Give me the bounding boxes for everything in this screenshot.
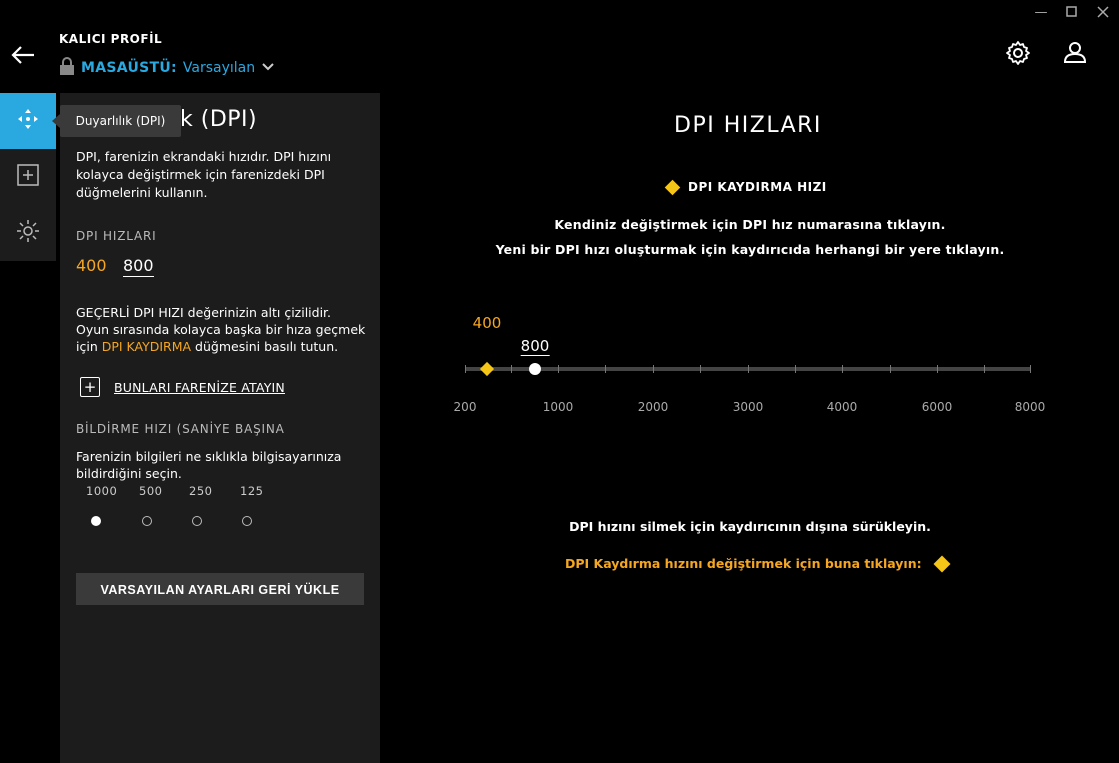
dpi-shift-change-link[interactable]: DPI Kaydırma hızını değiştirmek için bun… — [565, 555, 951, 572]
slider-tick — [795, 365, 796, 373]
dpi-value-shift[interactable]: 400 — [76, 256, 107, 275]
slider-tick-label: 2000 — [637, 400, 669, 414]
shift-dpi-handle[interactable] — [479, 361, 495, 377]
slider-tick-label: 4000 — [826, 400, 858, 414]
slider-tick-label: 1000 — [542, 400, 574, 414]
slider-tick — [748, 365, 749, 373]
slider-tick — [605, 365, 606, 373]
rate-label-1000: 1000 — [86, 484, 118, 498]
current-dpi-description: GEÇERLİ DPI HIZI değerinizin altı çizili… — [76, 305, 366, 354]
slider-tick-label: 8000 — [1014, 400, 1046, 414]
reset-defaults-button[interactable]: VARSAYILAN AYARLARI GERİ YÜKLE — [76, 573, 364, 605]
slider-tick — [984, 365, 985, 373]
slider-tick — [700, 365, 701, 373]
report-rate-label: BİLDİRME HIZI (SANİYE BAŞINA — [76, 422, 285, 436]
tooltip: Duyarlılık (DPI) — [60, 105, 181, 137]
left-rail — [0, 93, 56, 261]
slider-tick-label: 3000 — [732, 400, 764, 414]
current-dpi-label[interactable]: 800 — [520, 337, 550, 356]
close-icon[interactable] — [1096, 6, 1110, 20]
rate-radio-250[interactable] — [192, 516, 202, 526]
rate-label-125: 125 — [240, 484, 264, 498]
current-dpi-handle[interactable] — [529, 363, 541, 375]
shift-dpi-label[interactable]: 400 — [473, 314, 502, 332]
move-arrows-icon — [15, 106, 41, 136]
instruction-1: Kendiniz değiştirmek için DPI hız numara… — [554, 217, 946, 232]
panel-title: k (DPI) — [180, 107, 258, 132]
rail-assign-button[interactable] — [0, 149, 56, 205]
rate-label-250: 250 — [189, 484, 213, 498]
rate-radio-125[interactable] — [242, 516, 252, 526]
maximize-icon[interactable] — [1065, 6, 1079, 20]
gear-icon[interactable] — [1005, 40, 1031, 66]
rate-radio-1000[interactable] — [91, 516, 101, 526]
slider-tick — [842, 365, 843, 373]
dpi-section-label: DPI HIZLARI — [76, 229, 157, 243]
report-rate-description: Farenizin bilgileri ne sıklıkla bilgisay… — [76, 449, 342, 481]
diamond-icon — [664, 179, 681, 195]
rate-radio-500[interactable] — [142, 516, 152, 526]
slider-tick — [465, 365, 466, 373]
minimize-icon[interactable]: — — [1034, 6, 1048, 20]
tooltip-arrow — [52, 114, 60, 128]
plus-square-icon — [16, 163, 40, 191]
profile-name: MASAÜSTÜ: — [81, 60, 177, 76]
slider-tick — [653, 365, 654, 373]
assign-label: BUNLARI FARENİZE ATAYIN — [114, 379, 285, 395]
chevron-down-icon[interactable] — [261, 60, 275, 76]
profile-title: KALICI PROFİL — [59, 32, 163, 46]
rate-label-500: 500 — [139, 484, 163, 498]
slider-tick — [937, 365, 938, 373]
dpi-shift-legend: DPI KAYDIRMA HIZI — [664, 179, 827, 195]
slider-tick — [1030, 365, 1031, 373]
user-icon[interactable] — [1062, 40, 1088, 66]
dpi-value-current[interactable]: 800 — [123, 256, 154, 277]
lock-icon — [59, 57, 75, 79]
instruction-2: Yeni bir DPI hızı oluşturmak için kaydır… — [495, 242, 1005, 257]
slider-tick — [890, 365, 891, 373]
plus-icon: + — [80, 377, 100, 397]
profile-selector[interactable]: MASAÜSTÜ: Varsayılan — [59, 57, 275, 79]
slider-tick-label: 6000 — [921, 400, 953, 414]
panel-description: DPI, farenizin ekrandaki hızıdır. DPI hı… — [76, 149, 332, 200]
slider-tick — [558, 365, 559, 373]
delete-instruction: DPI hızını silmek için kaydırıcının dışı… — [569, 519, 931, 534]
dpi-shift-highlight: DPI KAYDIRMA — [101, 339, 192, 354]
rail-sensitivity-button[interactable] — [0, 93, 56, 149]
slider-tick — [511, 365, 512, 373]
sun-icon — [15, 218, 41, 248]
slider-tick-label: 200 — [453, 400, 477, 414]
diamond-icon[interactable] — [933, 555, 951, 572]
main-title: DPI HIZLARI — [674, 113, 822, 138]
legend-label: DPI KAYDIRMA HIZI — [688, 180, 827, 194]
back-arrow-icon[interactable] — [10, 44, 36, 66]
assign-to-mouse-button[interactable]: + BUNLARI FARENİZE ATAYIN — [80, 377, 285, 397]
profile-value: Varsayılan — [182, 60, 256, 76]
rail-lighting-button[interactable] — [0, 205, 56, 261]
